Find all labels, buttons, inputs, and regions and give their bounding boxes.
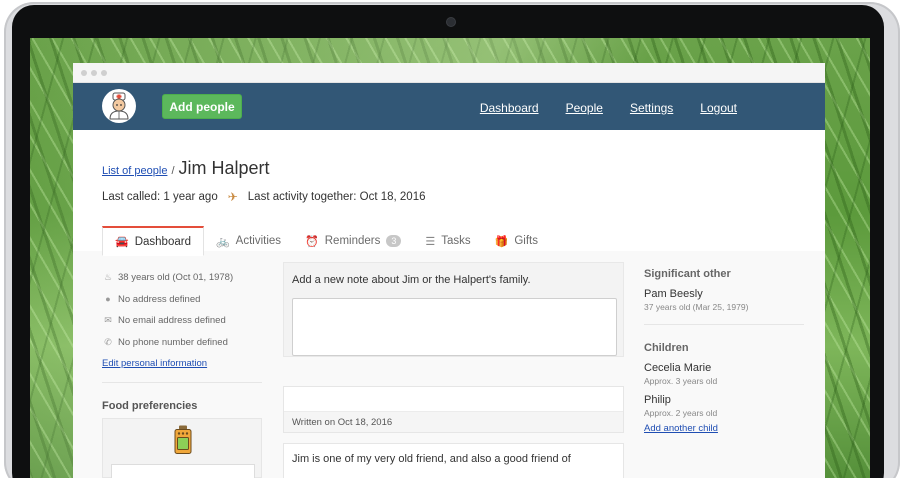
note-card: Written on Oct 18, 2016 (283, 386, 624, 433)
info-phone: ✆ No phone number defined (102, 332, 262, 354)
window-dot[interactable] (91, 69, 97, 76)
tab-reminders[interactable]: ⏰ Reminders 3 (293, 226, 413, 256)
gift-icon: 🎁 (494, 235, 509, 248)
nav-logout-link[interactable]: Logout (700, 101, 737, 115)
breadcrumb-separator: / (171, 165, 175, 177)
car-icon: 🚘 (115, 236, 129, 248)
browser-window: Add people Dashboard People Settings Log… (73, 63, 825, 478)
info-text: No email address defined (118, 315, 226, 327)
oven-icon (174, 425, 192, 454)
page-title: Jim Halpert (178, 158, 270, 178)
breadcrumb: List of people / Jim Halpert (102, 158, 270, 179)
window-dot[interactable] (101, 69, 107, 76)
child-age: Approx. 3 years old (644, 376, 718, 386)
breadcrumb-list-link[interactable]: List of people (102, 165, 167, 177)
tab-tasks[interactable]: ☰ Tasks (413, 226, 482, 256)
browser-titlebar (73, 63, 825, 83)
profile-tabs: 🚘 Dashboard 🚲 Activities ⏰ Reminders 3 ☰… (102, 226, 550, 256)
info-address: ● No address defined (102, 289, 262, 311)
edit-personal-info-link[interactable]: Edit personal information (102, 358, 262, 369)
contact-meta: Last called: 1 year ago ✈ Last activity … (102, 190, 426, 204)
food-preferences-card (102, 418, 262, 478)
camera-icon (447, 18, 455, 26)
add-people-button[interactable]: Add people (162, 94, 242, 119)
list-icon: ☰ (425, 235, 436, 248)
info-text: No phone number defined (118, 336, 228, 348)
reminders-count-badge: 3 (386, 235, 402, 247)
child-age: Approx. 2 years old (644, 408, 718, 418)
significant-other-age: 37 years old (Mar 25, 1979) (644, 302, 749, 312)
desktop-wallpaper: Add people Dashboard People Settings Log… (30, 38, 870, 478)
top-nav: Dashboard People Settings Logout (453, 101, 737, 115)
tab-label: Tasks (441, 235, 471, 247)
nav-people-link[interactable]: People (566, 101, 603, 115)
notes-column: Add a new note about Jim or the Halpert'… (283, 262, 624, 478)
child-name: Philip (644, 394, 671, 406)
airplane-icon: ✈ (227, 190, 238, 204)
app-logo[interactable] (102, 89, 136, 123)
info-text: No address defined (118, 293, 201, 305)
new-note-prompt: Add a new note about Jim or the Halpert'… (292, 274, 531, 286)
new-note-form: Add a new note about Jim or the Halpert'… (283, 262, 624, 357)
tab-dashboard[interactable]: 🚘 Dashboard (102, 226, 204, 256)
tab-activities[interactable]: 🚲 Activities (204, 226, 293, 256)
relations-column: Significant other Pam Beesly 37 years ol… (644, 268, 804, 434)
info-text: 38 years old (Oct 01, 1978) (118, 272, 234, 284)
nav-settings-link[interactable]: Settings (630, 101, 673, 115)
window-dot[interactable] (81, 69, 87, 76)
add-child-link[interactable]: Add another child (644, 423, 804, 434)
children-title: Children (644, 342, 689, 354)
divider (102, 382, 262, 383)
note-body: Jim is one of my very old friend, and al… (292, 453, 571, 465)
phone-icon: ✆ (104, 336, 112, 347)
tab-gifts[interactable]: 🎁 Gifts (483, 226, 550, 256)
envelope-icon: ✉ (104, 315, 112, 326)
food-preferences-title: Food preferencies (102, 400, 198, 412)
info-age: ♨ 38 years old (Oct 01, 1978) (102, 267, 262, 289)
globe-icon: ● (105, 294, 111, 305)
note-date: Written on Oct 18, 2016 (284, 411, 623, 432)
nav-dashboard-link[interactable]: Dashboard (480, 101, 539, 115)
last-called-text: Last called: 1 year ago (102, 191, 218, 203)
last-activity-text: Last activity together: Oct 18, 2016 (247, 191, 426, 203)
bike-icon: 🚲 (215, 235, 230, 248)
tab-label: Reminders (324, 235, 381, 247)
significant-other-title: Significant other (644, 268, 731, 280)
tab-label: Gifts (514, 235, 538, 247)
alarm-icon: ⏰ (305, 235, 319, 248)
food-preferences-panel (111, 464, 255, 478)
note-textarea[interactable] (292, 298, 617, 356)
note-card: Jim is one of my very old friend, and al… (283, 443, 624, 478)
info-email: ✉ No email address defined (102, 310, 262, 332)
cake-icon: ♨ (103, 272, 113, 283)
personal-info-column: ♨ 38 years old (Oct 01, 1978) ● No addre… (102, 267, 262, 478)
child-name: Cecelia Marie (644, 362, 712, 374)
tab-label: Dashboard (134, 235, 191, 248)
app-header: Add people Dashboard People Settings Log… (73, 83, 825, 130)
doctor-logo-icon (109, 92, 129, 120)
divider (644, 324, 804, 325)
significant-other-name: Pam Beesly (644, 288, 703, 300)
tab-label: Activities (235, 235, 282, 247)
